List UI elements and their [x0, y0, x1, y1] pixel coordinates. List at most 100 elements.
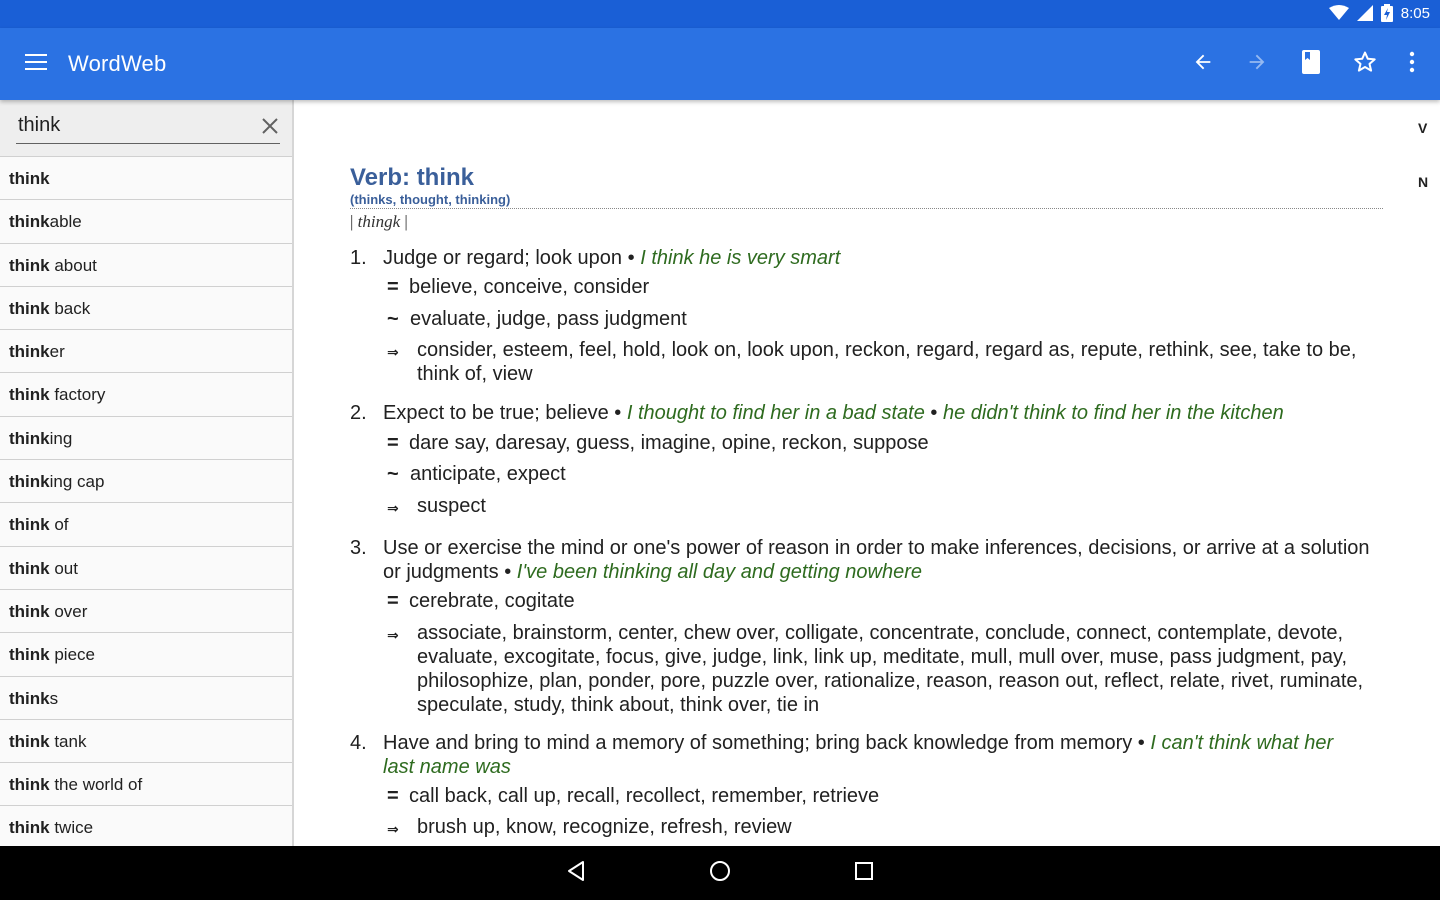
forward-button[interactable]: [1230, 28, 1284, 100]
synonyms[interactable]: cerebrate, cogitate: [409, 589, 1359, 613]
word-match: think: [9, 298, 50, 318]
word-list-item[interactable]: think: [0, 156, 292, 200]
word-match: think: [9, 688, 50, 708]
word-suffix: about: [49, 255, 97, 275]
word-list-item[interactable]: think twice: [0, 805, 292, 846]
word-list-item[interactable]: thinking cap: [0, 459, 292, 503]
word-match: think: [9, 169, 50, 188]
index-noun[interactable]: N: [1418, 174, 1428, 190]
index-verb[interactable]: V: [1418, 120, 1427, 136]
word-suffix: s: [49, 688, 59, 708]
status-icons: 8:05: [1328, 4, 1430, 22]
app-bar: WordWeb: [0, 28, 1440, 100]
search-input[interactable]: [16, 112, 280, 144]
word-list-item[interactable]: think of: [0, 502, 292, 546]
word-suffix: ing cap: [49, 472, 105, 492]
forward-arrow-icon: [1246, 51, 1268, 78]
word-match: think: [9, 818, 50, 838]
word-suffix: the world of: [49, 775, 143, 795]
nav-home-button[interactable]: [705, 858, 735, 888]
word-suffix: back: [49, 298, 91, 318]
word-match: think: [9, 775, 50, 795]
word-match: think: [9, 342, 50, 362]
book-icon: [1301, 49, 1321, 79]
word-suffix: piece: [49, 645, 95, 665]
narrower-terms[interactable]: associate, brainstorm, center, chew over…: [417, 621, 1367, 717]
app-title: WordWeb: [68, 51, 167, 76]
word-list-item[interactable]: think out: [0, 545, 292, 589]
word-suffix: able: [49, 212, 82, 232]
header-divider: [350, 208, 1383, 209]
star-icon: [1353, 50, 1377, 79]
word-list-item[interactable]: thinking: [0, 415, 292, 460]
menu-button[interactable]: [20, 50, 52, 78]
nav-back-button[interactable]: [561, 858, 591, 888]
word-suffix: tank: [49, 731, 87, 751]
sense-definition: Expect to be true; believe • I thought t…: [383, 402, 1284, 424]
sense-definition: Have and bring to mind a memory of somet…: [383, 732, 1334, 778]
more-options-button[interactable]: [1392, 28, 1432, 100]
word-match: think: [9, 515, 50, 535]
word-suffix: out: [49, 558, 78, 578]
sense-number: 1.: [350, 247, 367, 269]
word-list-item[interactable]: thinks: [0, 675, 292, 719]
menu-icon: [25, 53, 47, 76]
broader-terms[interactable]: evaluate, judge, pass judgment: [410, 307, 1360, 331]
word-match: think: [9, 472, 50, 492]
narrower-terms[interactable]: suspect: [417, 494, 1367, 518]
word-match: think: [9, 645, 50, 665]
example: I thought to find her in a bad state: [626, 402, 925, 424]
word-list-item[interactable]: think back: [0, 285, 292, 330]
back-triangle-icon: [565, 860, 587, 887]
app-actions: [1176, 28, 1440, 100]
synonyms[interactable]: call back, call up, recall, recollect, r…: [409, 784, 1359, 808]
word-list-item[interactable]: think the world of: [0, 762, 292, 806]
sense-definition: Judge or regard; look upon • I think he …: [383, 247, 841, 269]
book-button[interactable]: [1284, 28, 1338, 100]
word-suffix: over: [49, 601, 88, 621]
word-list-item[interactable]: thinkable: [0, 199, 292, 243]
home-circle-icon: [709, 860, 731, 887]
narrower-terms[interactable]: consider, esteem, feel, hold, look on, l…: [417, 338, 1367, 386]
wifi-icon: [1328, 5, 1349, 21]
back-button[interactable]: [1176, 28, 1230, 100]
word-suffix: of: [49, 515, 69, 535]
word-match: think: [9, 428, 50, 448]
synonyms[interactable]: believe, conceive, consider: [409, 275, 1359, 299]
pos-title: Verb: think: [350, 164, 475, 191]
word-list: think thinkable think about think back think…: [0, 156, 292, 846]
word-list-item[interactable]: think over: [0, 588, 292, 633]
word-match: think: [9, 558, 50, 578]
close-icon: [261, 117, 279, 140]
broader-terms[interactable]: anticipate, expect: [410, 462, 1360, 486]
more-vert-icon: [1409, 51, 1415, 78]
word-match: think: [9, 731, 50, 751]
sense-number: 4.: [350, 732, 367, 754]
clear-search-button[interactable]: [258, 116, 282, 140]
example: I think he is very smart: [640, 247, 841, 269]
word-list-item[interactable]: think tank: [0, 718, 292, 763]
status-time: 8:05: [1400, 4, 1430, 22]
word-list-item[interactable]: thinker: [0, 329, 292, 373]
favorite-button[interactable]: [1338, 28, 1392, 100]
synonyms[interactable]: dare say, daresay, guess, imagine, opine…: [409, 431, 1359, 455]
nav-recents-button[interactable]: [849, 858, 879, 888]
word-match: think: [9, 212, 50, 232]
battery-icon: [1380, 4, 1393, 22]
word-suffix: twice: [49, 818, 94, 838]
sense-number: 3.: [350, 537, 367, 559]
narrower-terms[interactable]: brush up, know, recognize, refresh, revi…: [417, 815, 1367, 839]
word-suffix: ing: [49, 428, 73, 448]
system-nav-bar: [0, 846, 1440, 900]
inflections: (thinks, thought, thinking): [350, 192, 511, 207]
word-list-item[interactable]: think factory: [0, 372, 292, 416]
recents-square-icon: [854, 861, 874, 886]
cell-signal-icon: [1356, 5, 1373, 21]
word-list-item[interactable]: think about: [0, 242, 292, 286]
word-match: think: [9, 255, 50, 275]
example: I've been thinking all day and getting n…: [516, 561, 922, 583]
word-suffix: er: [49, 342, 65, 362]
back-arrow-icon: [1192, 51, 1214, 78]
word-suffix: factory: [49, 385, 106, 405]
word-list-item[interactable]: think piece: [0, 632, 292, 676]
